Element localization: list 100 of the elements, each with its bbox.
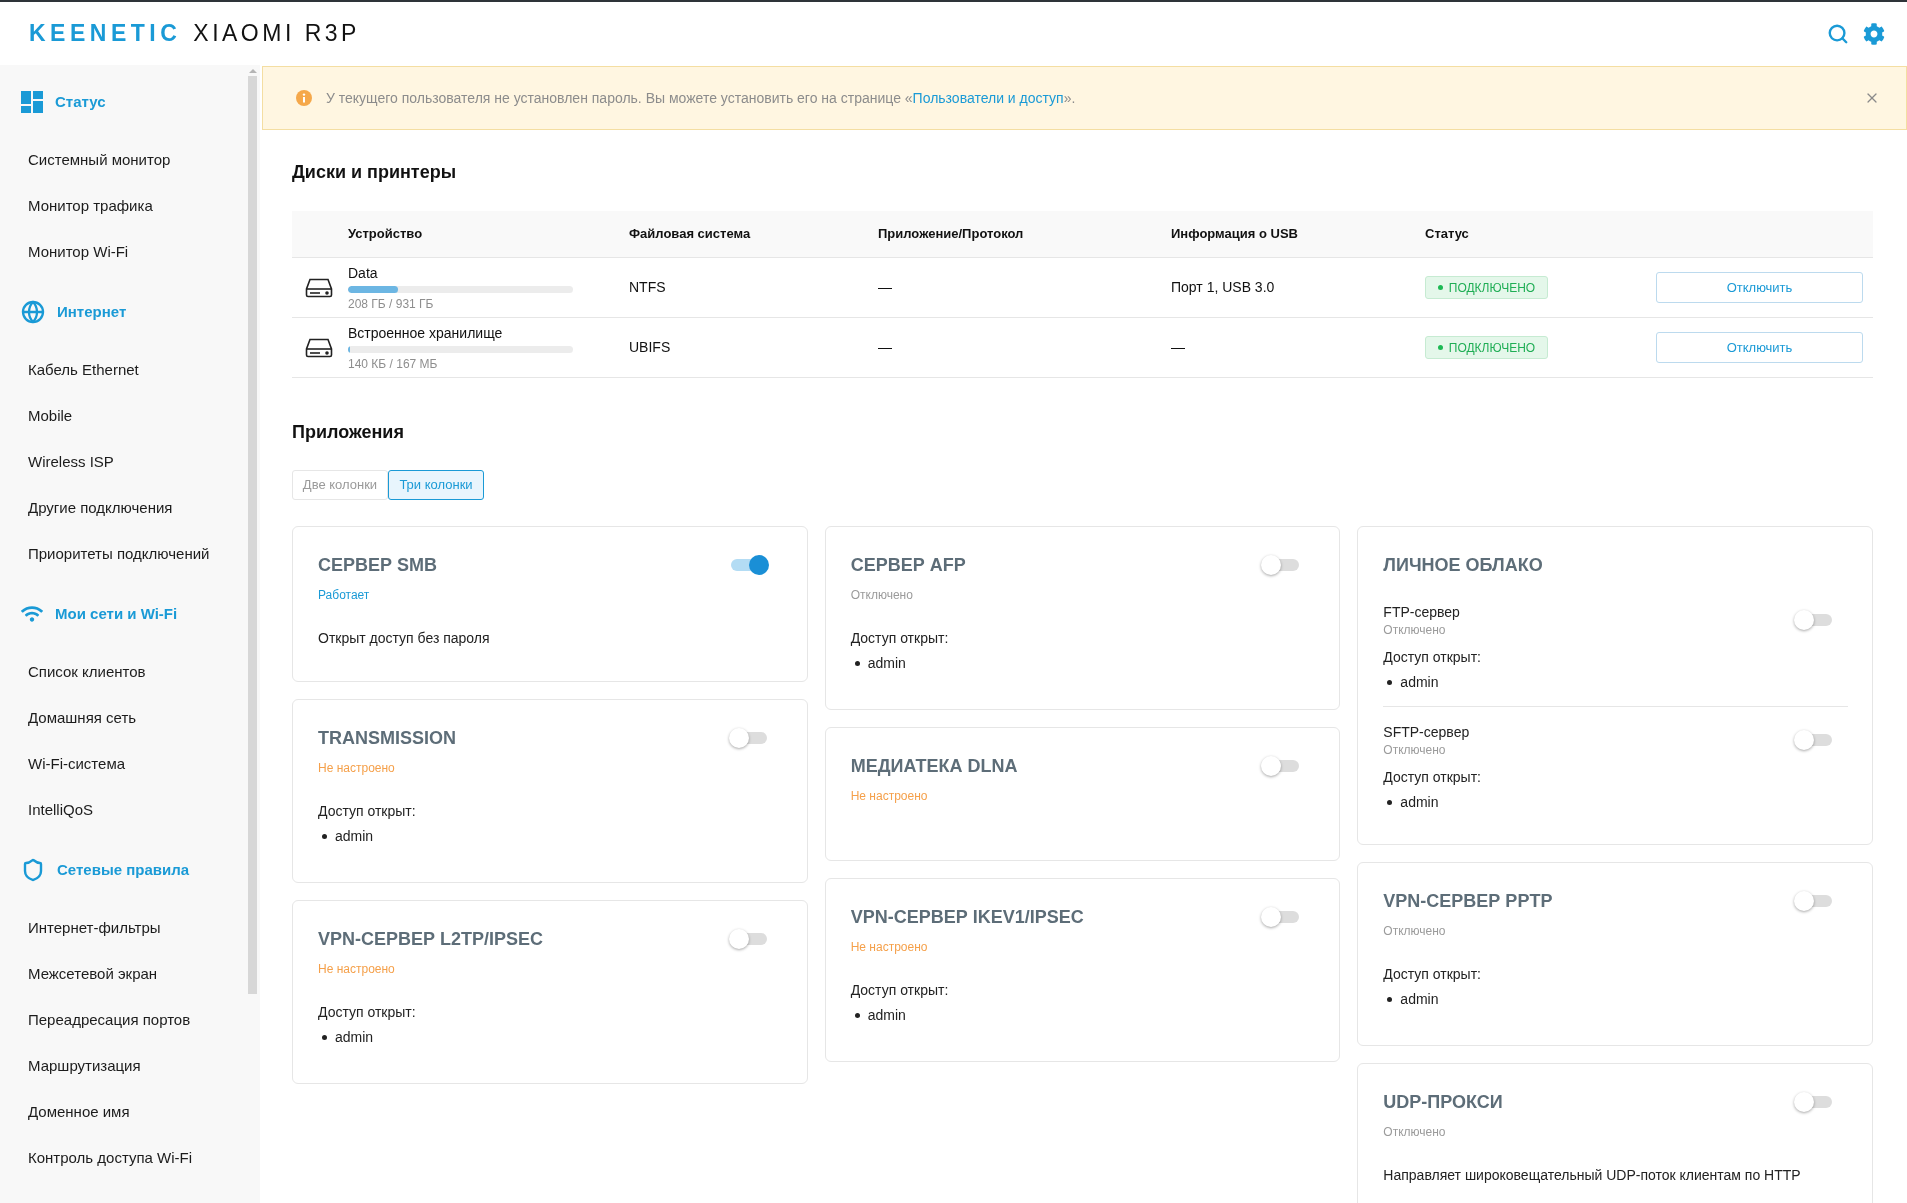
search-icon xyxy=(1827,22,1849,45)
sidebar-item[interactable]: IntelliQoS xyxy=(28,798,94,822)
sidebar-item[interactable]: Wireless ISP xyxy=(28,450,114,474)
column-header: Устройство xyxy=(348,225,423,244)
user-name: admin xyxy=(867,1005,906,1025)
sidebar-item[interactable]: Интернет-фильтры xyxy=(28,916,161,940)
dashboard-icon xyxy=(21,91,43,113)
sidebar-item[interactable]: Приоритеты подключений xyxy=(28,542,210,566)
bullet-icon xyxy=(1387,679,1393,685)
user-name: admin xyxy=(335,826,374,846)
sidebar-item[interactable]: Список клиентов xyxy=(28,660,146,684)
app-status: Не настроено xyxy=(850,788,928,804)
app-title: СЕРВЕР SMB xyxy=(318,553,438,577)
table-cell-text: — xyxy=(878,278,892,297)
access-label: Доступ открыт: xyxy=(318,1003,417,1022)
globe-icon xyxy=(21,300,45,324)
access-label: Доступ открыт: xyxy=(1383,965,1482,984)
sidebar-item[interactable]: Другие подключения xyxy=(28,496,173,520)
hard-drive-icon xyxy=(305,277,333,298)
bullet-icon xyxy=(854,660,860,666)
service-name: SFTP-сервер xyxy=(1383,723,1470,742)
usage-text: 140 КБ / 167 МБ xyxy=(348,355,438,372)
app-status: Не настроено xyxy=(850,939,928,955)
status-text: ПОДКЛЮЧЕНО xyxy=(1448,279,1536,297)
user-name: admin xyxy=(867,653,906,673)
app-title: VPN-СЕРВЕР IKEV1/IPSEC xyxy=(850,905,1084,929)
column-header: Информация о USB xyxy=(1171,225,1298,244)
hard-drive-icon xyxy=(305,337,333,358)
settings-icon xyxy=(1863,22,1885,45)
app-description: Открыт доступ без пароля xyxy=(318,629,491,648)
section-title: Приложения xyxy=(292,421,405,444)
model-name: XIAOMI R3P xyxy=(193,22,360,45)
toggle-switch[interactable] xyxy=(728,727,769,749)
bullet-icon xyxy=(322,833,327,839)
sidebar-item[interactable]: Переадресация портов xyxy=(28,1008,191,1032)
bullet-icon xyxy=(322,1034,327,1040)
sidebar-item[interactable]: Контроль доступа Wi-Fi xyxy=(28,1146,193,1170)
access-label: Доступ открыт: xyxy=(318,802,417,821)
app-title: UDP-ПРОКСИ xyxy=(1383,1090,1503,1114)
app-status: Не настроено xyxy=(318,961,395,977)
app-status: Работает xyxy=(318,587,370,603)
app-description: Направляет широковещательный UDP-поток клиентам по HTTP xyxy=(1383,1166,1802,1185)
shield-icon xyxy=(21,858,45,882)
app-status: Отключено xyxy=(1383,1124,1446,1140)
brand-logo: KEENETIC xyxy=(29,22,182,45)
sidebar-item[interactable]: Межсетевой экран xyxy=(28,962,158,986)
table-cell-text: — xyxy=(878,338,892,357)
bullet-icon xyxy=(1387,996,1393,1002)
sidebar-item[interactable]: Монитор трафика xyxy=(28,194,153,218)
table-cell-text: UBIFS xyxy=(629,338,671,357)
sidebar-item[interactable]: Mobile xyxy=(28,404,73,428)
app-title: СЕРВЕР AFP xyxy=(850,553,966,577)
toggle-switch[interactable] xyxy=(1794,609,1834,631)
service-name: FTP-сервер xyxy=(1383,603,1460,622)
sidebar-item[interactable]: Wi-Fi-система xyxy=(28,752,126,776)
device-name: Встроенное хранилище xyxy=(348,323,503,342)
status-text: ПОДКЛЮЧЕНО xyxy=(1448,339,1536,357)
access-label: Доступ открыт: xyxy=(1383,768,1482,787)
service-status: Отключено xyxy=(1383,742,1447,758)
access-label: Доступ открыт: xyxy=(850,981,950,1000)
scroll-up-arrow-icon[interactable] xyxy=(248,69,257,73)
table-cell-text: Порт 1, USB 3.0 xyxy=(1171,278,1275,297)
sidebar-item[interactable]: Маршрутизация xyxy=(28,1054,141,1078)
app-title: VPN-СЕРВЕР PPTP xyxy=(1383,889,1553,913)
sidebar-item[interactable]: Доменное имя xyxy=(28,1100,130,1124)
access-label: Доступ открыт: xyxy=(1383,648,1482,667)
banner-message: У текущего пользователя не установлен пароль. Вы можете установить его на странице «Пользователи и доступ». xyxy=(326,88,1077,108)
section-title: Диски и принтеры xyxy=(292,161,458,184)
scrollbar-thumb[interactable] xyxy=(248,76,257,994)
app-title: TRANSMISSION xyxy=(318,726,456,750)
app-status: Отключено xyxy=(1383,923,1446,939)
bullet-icon xyxy=(854,1012,860,1018)
info-icon xyxy=(296,90,312,106)
bullet-icon xyxy=(1387,799,1393,805)
user-name: admin xyxy=(335,1027,374,1047)
user-name: admin xyxy=(1400,792,1439,812)
app-title: МЕДИАТЕКА DLNA xyxy=(850,754,1018,778)
column-header: Приложение/Протокол xyxy=(878,225,1024,244)
device-name: Data xyxy=(348,263,378,282)
access-label: Доступ открыт: xyxy=(850,629,950,648)
app-status: Отключено xyxy=(850,587,913,603)
wifi-icon xyxy=(21,605,43,623)
sidebar-item[interactable]: Кабель Ethernet xyxy=(28,358,139,382)
sidebar-item[interactable]: Монитор Wi-Fi xyxy=(28,240,129,264)
column-header: Статус xyxy=(1425,225,1469,244)
settings-button[interactable] xyxy=(1863,22,1885,45)
column-header: Файловая система xyxy=(629,225,751,244)
toggle-switch[interactable] xyxy=(1794,1091,1834,1113)
app-status: Не настроено xyxy=(318,760,395,776)
sidebar-item[interactable]: Системный монитор xyxy=(28,148,171,172)
service-status: Отключено xyxy=(1383,622,1447,638)
user-name: admin xyxy=(1400,989,1439,1009)
toggle-switch[interactable] xyxy=(1794,729,1834,751)
usage-text: 208 ГБ / 931 ГБ xyxy=(348,295,434,312)
table-cell-text: NTFS xyxy=(629,278,666,297)
user-name: admin xyxy=(1400,672,1439,692)
toggle-switch[interactable] xyxy=(1794,890,1834,912)
sidebar-item[interactable]: Домашняя сеть xyxy=(28,706,137,730)
search-button[interactable] xyxy=(1827,22,1849,45)
toggle-switch[interactable] xyxy=(728,928,769,950)
